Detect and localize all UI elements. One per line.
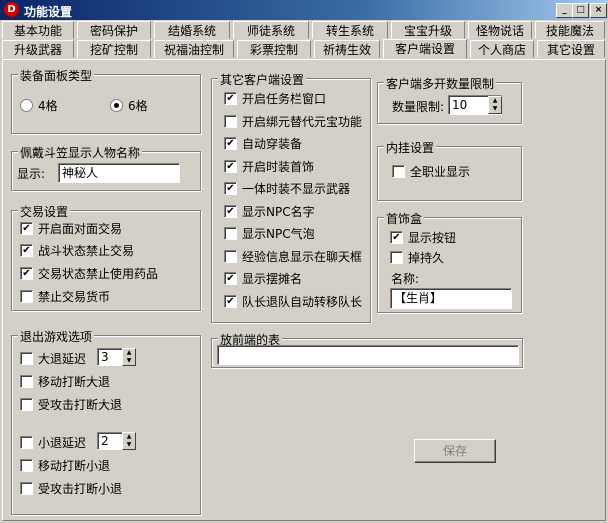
trade-group: 交易设置 ✔ 开启面对面交易 ✔ 战斗状态禁止交易 ✔ 交易状态禁止使用药品 禁止交易… xyxy=(11,203,201,311)
window-title: 功能设置 xyxy=(24,5,73,19)
tab-personal-shop[interactable]: 个人商店 xyxy=(470,40,534,58)
tab-pet-upgrade[interactable]: 宝宝升级 xyxy=(391,21,465,39)
exit-legend: 退出游戏选项 xyxy=(18,328,95,345)
jewelry-name-input[interactable]: 【生肖】 xyxy=(390,288,512,309)
tab-skill-magic[interactable]: 技能魔法 xyxy=(535,21,605,39)
tab-marriage[interactable]: 结婚系统 xyxy=(154,21,230,39)
cb-move-interrupt-small[interactable]: 移动打断小退 xyxy=(20,457,110,474)
check-icon: ✔ xyxy=(390,231,403,244)
cb-exp-in-chat[interactable]: 经验信息显示在聊天框 xyxy=(224,248,362,265)
other-client-legend: 其它客户端设置 xyxy=(218,71,307,88)
tab-lottery[interactable]: 彩票控制 xyxy=(237,40,311,58)
tab-prayer[interactable]: 祈祷生效 xyxy=(314,40,380,58)
tab-mentor[interactable]: 师徒系统 xyxy=(233,21,309,39)
cb-face-trade[interactable]: ✔ 开启面对面交易 xyxy=(20,220,122,237)
check-icon: ✔ xyxy=(224,137,237,150)
hat-name-group: 佩戴斗笠显示人物名称 显示: 神秘人 xyxy=(11,144,201,191)
app-icon: D xyxy=(4,2,19,17)
tab-basic[interactable]: 基本功能 xyxy=(2,21,74,39)
cb-big-delay[interactable]: 大退延迟 xyxy=(20,350,86,367)
radio-icon xyxy=(20,99,33,112)
display-label: 显示: xyxy=(17,167,46,181)
maximize-button[interactable]: □ xyxy=(572,3,589,18)
tab-client-settings[interactable]: 客户端设置 xyxy=(383,39,467,59)
cb-fashion-jewelry[interactable]: ✔ 开启时装首饰 xyxy=(224,158,314,175)
cb-move-interrupt-big[interactable]: 移动打断大退 xyxy=(20,373,110,390)
name-label: 名称: xyxy=(391,272,420,286)
multi-client-legend: 客户端多开数量限制 xyxy=(384,75,497,92)
radio-6-slot[interactable]: 6格 xyxy=(110,97,148,114)
cb-hit-interrupt-small[interactable]: 受攻击打断小退 xyxy=(20,480,122,497)
tab-bless-oil[interactable]: 祝福油控制 xyxy=(154,40,234,58)
check-icon: ✔ xyxy=(224,205,237,218)
check-icon: ✔ xyxy=(224,182,237,195)
cb-no-trade-in-battle[interactable]: ✔ 战斗状态禁止交易 xyxy=(20,242,134,259)
big-delay-spinner[interactable]: ▲ ▼ xyxy=(122,348,136,366)
tab-password[interactable]: 密码保护 xyxy=(77,21,151,39)
jewelry-group: 首饰盒 ✔ 显示按钮 掉持久 名称: 【生肖】 xyxy=(377,210,522,313)
tab-monster-talk[interactable]: 怪物说话 xyxy=(468,21,532,39)
front-table-input[interactable] xyxy=(217,345,519,365)
jewelry-legend: 首饰盒 xyxy=(384,210,425,227)
cb-all-class[interactable]: 全职业显示 xyxy=(392,163,470,180)
equip-panel-legend: 装备面板类型 xyxy=(18,67,95,84)
small-delay-spinner[interactable]: ▲ ▼ xyxy=(122,432,136,450)
front-table-group: 放前端的表 xyxy=(211,331,523,368)
limit-label: 数量限制: xyxy=(392,100,445,114)
check-icon: ✔ xyxy=(224,92,237,105)
check-icon: ✔ xyxy=(20,222,33,235)
plugin-group: 内挂设置 全职业显示 xyxy=(377,139,522,201)
equip-panel-group: 装备面板类型 4格 6格 xyxy=(11,67,201,134)
tab-mining[interactable]: 挖矿控制 xyxy=(77,40,151,58)
cb-bind-yuanbao[interactable]: 开启绑元替代元宝功能 xyxy=(224,113,362,130)
tab-rebirth[interactable]: 转生系统 xyxy=(312,21,388,39)
close-button[interactable]: × xyxy=(590,3,607,18)
hat-name-legend: 佩戴斗笠显示人物名称 xyxy=(18,144,143,161)
cb-show-button[interactable]: ✔ 显示按钮 xyxy=(390,229,456,246)
tab-panel: 装备面板类型 4格 6格 佩戴斗笠显示人物名称 显示: 神秘人 交易设置 ✔ 开启… xyxy=(2,59,606,521)
save-button[interactable]: 保存 xyxy=(414,439,496,463)
tab-upgrade-weapon[interactable]: 升级武器 xyxy=(2,40,74,58)
multi-client-group: 客户端多开数量限制 数量限制: 10 ▲ ▼ xyxy=(377,75,522,124)
check-icon: ✔ xyxy=(20,244,33,257)
trade-legend: 交易设置 xyxy=(18,203,71,220)
hat-name-input[interactable]: 神秘人 xyxy=(58,163,180,183)
minimize-button[interactable]: _ xyxy=(556,3,573,18)
cb-npc-bubble[interactable]: 显示NPC气泡 xyxy=(224,225,315,242)
cb-hit-interrupt-big[interactable]: 受攻击打断大退 xyxy=(20,396,122,413)
check-icon: ✔ xyxy=(224,160,237,173)
title-bar: D 功能设置 _ □ × xyxy=(0,0,608,20)
cb-durability[interactable]: 掉持久 xyxy=(390,249,444,266)
cb-taskbar-window[interactable]: ✔ 开启任务栏窗口 xyxy=(224,90,326,107)
cb-small-delay[interactable]: 小退延迟 xyxy=(20,434,86,451)
plugin-legend: 内挂设置 xyxy=(384,139,437,156)
cb-npc-name[interactable]: ✔ 显示NPC名字 xyxy=(224,203,315,220)
cb-stall-name[interactable]: ✔ 显示摆摊名 xyxy=(224,270,302,287)
radio-icon xyxy=(110,99,123,112)
cb-auto-equip[interactable]: ✔ 自动穿装备 xyxy=(224,135,302,152)
cb-no-currency-trade[interactable]: 禁止交易货币 xyxy=(20,288,110,305)
tab-other-settings[interactable]: 其它设置 xyxy=(537,40,605,58)
cb-captain-transfer[interactable]: ✔ 队长退队自动转移队长 xyxy=(224,293,362,310)
cb-hide-weapon[interactable]: ✔ 一体时装不显示武器 xyxy=(224,180,350,197)
cb-no-potion-in-trade[interactable]: ✔ 交易状态禁止使用药品 xyxy=(20,265,158,282)
exit-group: 退出游戏选项 大退延迟 3 ▲ ▼ 移动打断大退 受攻击打断大退 小退延迟 2 ▲… xyxy=(11,328,201,515)
check-icon: ✔ xyxy=(224,272,237,285)
limit-spinner[interactable]: ▲ ▼ xyxy=(488,96,502,114)
check-icon: ✔ xyxy=(224,295,237,308)
radio-4-slot[interactable]: 4格 xyxy=(20,97,58,114)
check-icon: ✔ xyxy=(20,267,33,280)
other-client-group: 其它客户端设置 ✔ 开启任务栏窗口 开启绑元替代元宝功能 ✔ 自动穿装备 ✔ 开启时装… xyxy=(211,71,371,323)
